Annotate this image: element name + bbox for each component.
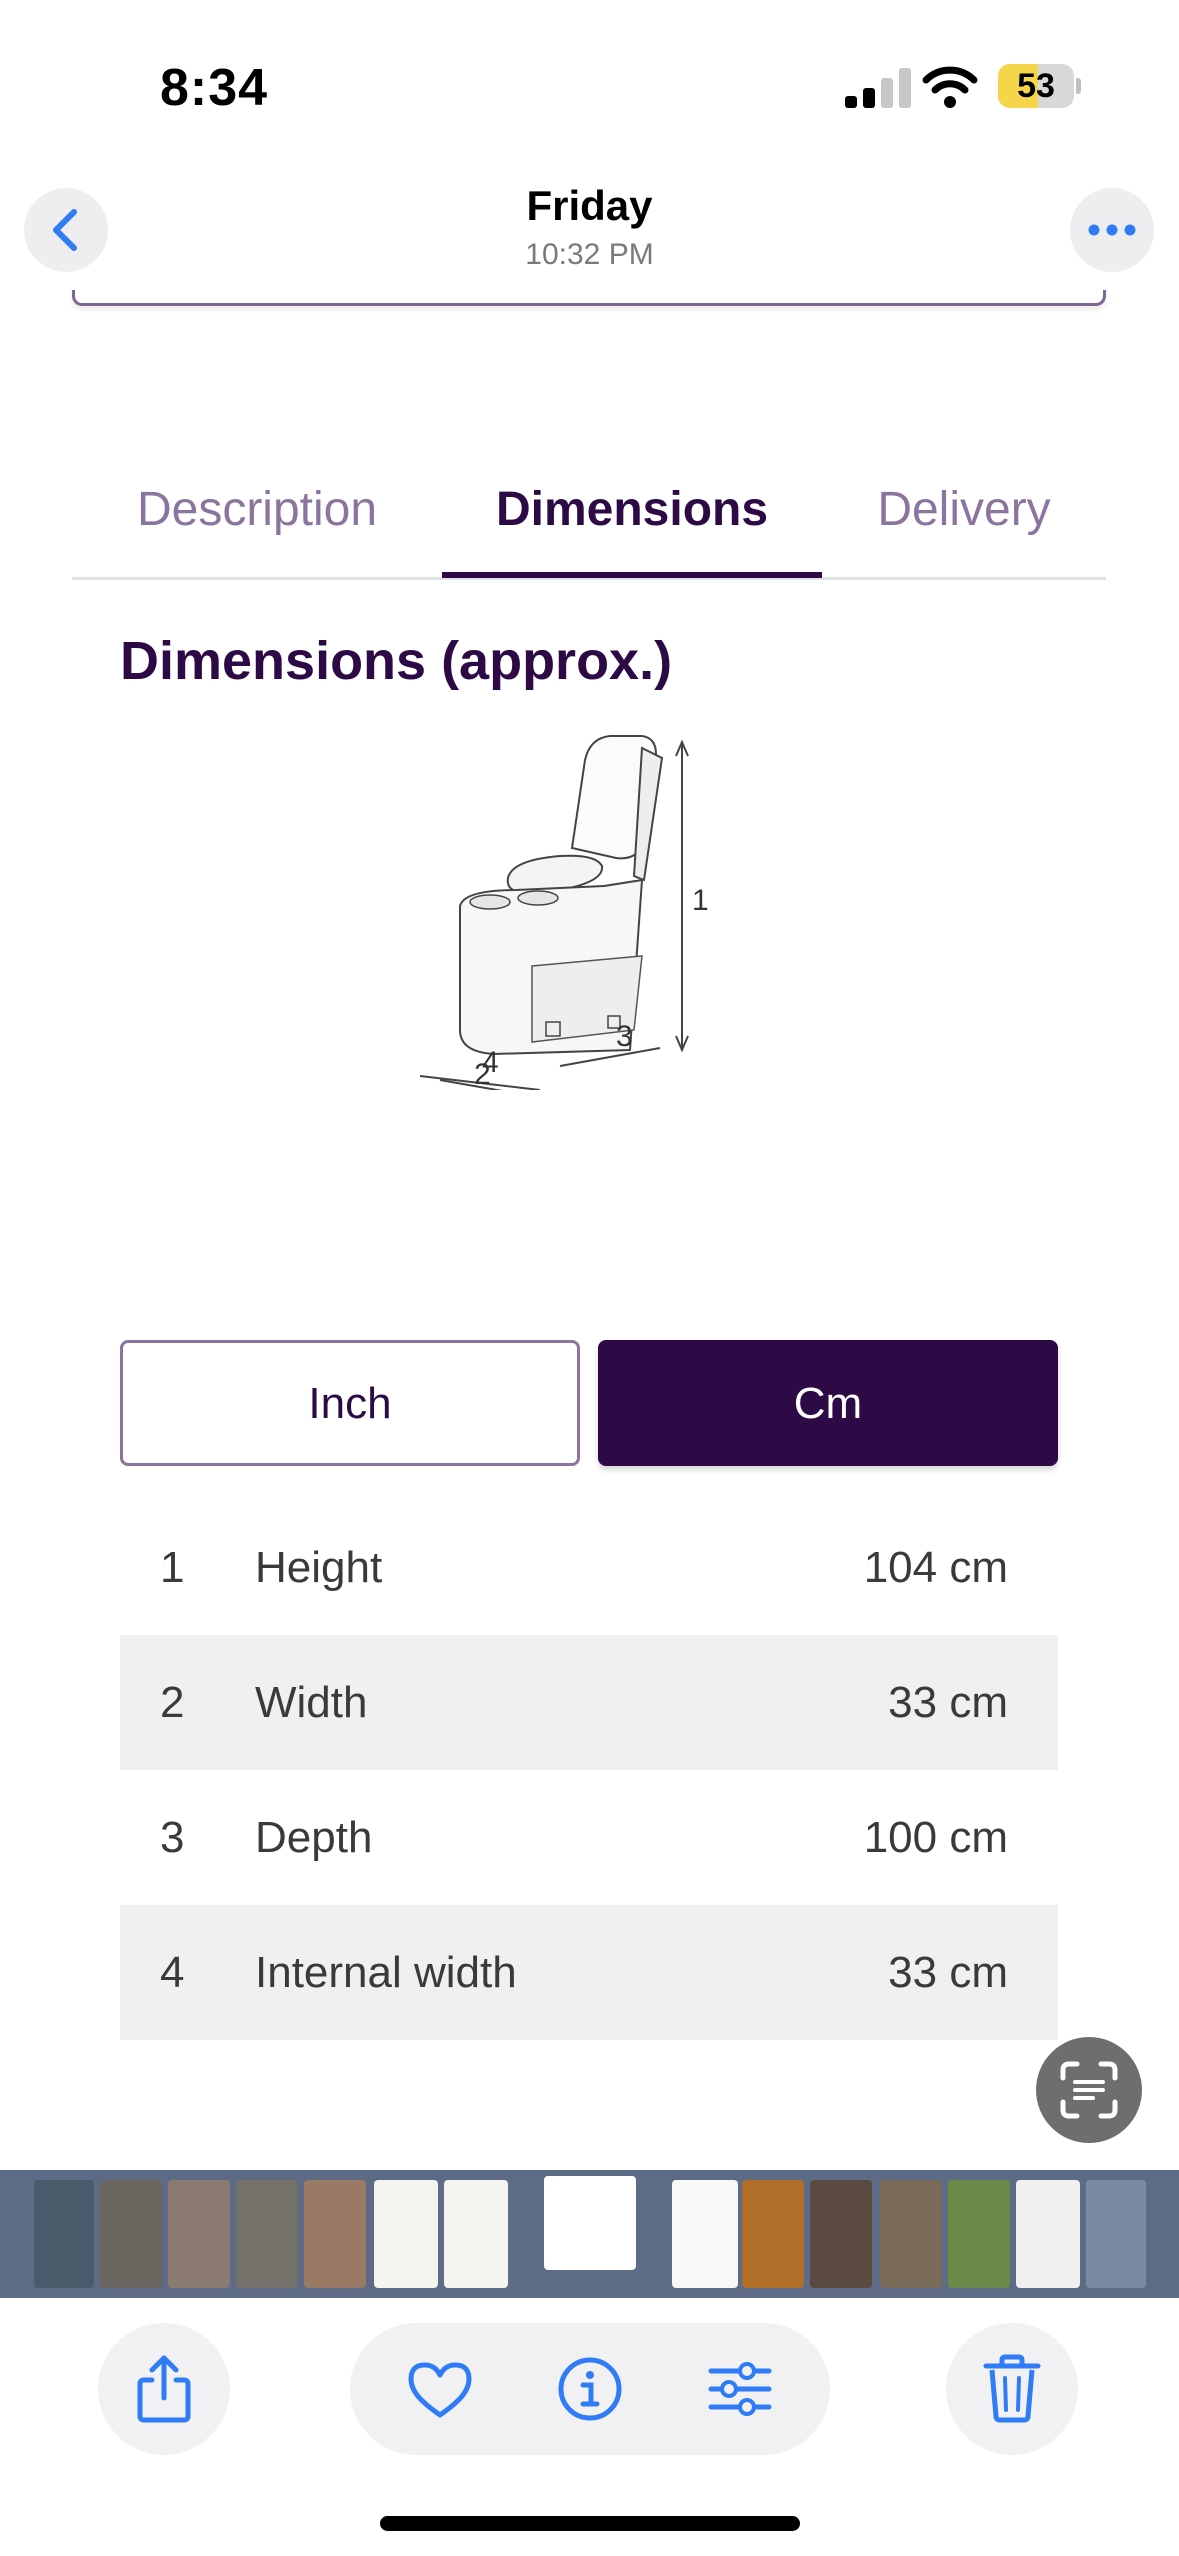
nav-header: Friday 10:32 PM [0, 170, 1179, 290]
unit-cm-button[interactable]: Cm [598, 1340, 1058, 1466]
info-icon [558, 2357, 622, 2421]
live-text-button[interactable] [1036, 2037, 1142, 2143]
nav-title: Friday [526, 182, 653, 229]
thumbnail[interactable] [100, 2180, 162, 2288]
row-number: 3 [160, 1813, 185, 1862]
row-number: 1 [160, 1543, 185, 1592]
thumbnail[interactable] [168, 2180, 230, 2288]
thumbnail-strip[interactable] [0, 2170, 1179, 2298]
chair-dimension-diagram: 1 3 4 2 [420, 735, 709, 1090]
diagram-label-3: 3 [616, 1020, 633, 1053]
diagram-label-1: 1 [692, 884, 709, 917]
card-edge [72, 290, 1106, 306]
nav-subtitle: 10:32 PM [525, 238, 654, 271]
row-value: 33 cm [888, 1948, 1008, 1997]
row-label: Height [255, 1543, 383, 1592]
live-text-scan-icon [1060, 2061, 1118, 2119]
row-number: 2 [160, 1678, 185, 1727]
row-label: Depth [255, 1813, 373, 1862]
thumbnail[interactable] [742, 2180, 804, 2288]
status-bar: 8:34 53 [0, 0, 1179, 160]
thumbnail[interactable] [810, 2180, 872, 2288]
row-value: 33 cm [888, 1678, 1008, 1727]
tab-bar: Description Dimensions Delivery [72, 460, 1106, 580]
delete-button[interactable] [946, 2323, 1078, 2455]
battery-icon: 53 [998, 64, 1081, 108]
thumbnail[interactable] [1016, 2180, 1080, 2288]
battery-level: 53 [1017, 67, 1055, 105]
adjust-icon [708, 2362, 772, 2416]
edit-button[interactable] [698, 2347, 782, 2431]
info-button[interactable] [548, 2347, 632, 2431]
ellipsis-icon [1088, 224, 1136, 236]
table-row: 3 Depth 100 cm [120, 1770, 1058, 1905]
heart-icon [408, 2362, 472, 2418]
row-label: Internal width [255, 1948, 517, 1997]
unit-inch-button[interactable]: Inch [120, 1340, 580, 1466]
thumbnail-selected[interactable] [544, 2176, 636, 2270]
photo-actions-pill [350, 2323, 830, 2455]
table-row: 4 Internal width 33 cm [120, 1905, 1058, 2040]
photo-content: Description Dimensions Delivery Dimensio… [0, 290, 1179, 2170]
thumbnail[interactable] [304, 2180, 366, 2288]
home-indicator [380, 2516, 800, 2531]
favorite-button[interactable] [398, 2347, 482, 2431]
row-label: Width [255, 1678, 368, 1727]
dimensions-table: 1 Height 104 cm 2 Width 33 cm 3 Depth 10… [120, 1500, 1058, 2040]
thumbnail[interactable] [948, 2180, 1010, 2288]
row-value: 100 cm [863, 1813, 1008, 1862]
status-time: 8:34 [160, 59, 269, 117]
share-icon [137, 2355, 191, 2423]
thumbnail[interactable] [1086, 2180, 1146, 2288]
thumbnail[interactable] [236, 2180, 298, 2288]
cellular-signal-icon [845, 68, 911, 108]
tab-dimensions[interactable]: Dimensions [442, 460, 822, 580]
thumbnail[interactable] [880, 2180, 942, 2288]
wifi-icon [922, 66, 978, 108]
row-value: 104 cm [863, 1543, 1008, 1592]
thumbnail[interactable] [34, 2180, 94, 2288]
thumbnail[interactable] [672, 2180, 738, 2288]
tab-description[interactable]: Description [72, 460, 442, 580]
share-button[interactable] [98, 2323, 230, 2455]
tab-delivery[interactable]: Delivery [822, 460, 1106, 580]
thumbnail[interactable] [374, 2180, 438, 2288]
section-title: Dimensions (approx.) [120, 631, 673, 691]
active-tab-indicator [442, 572, 822, 578]
more-button[interactable] [1070, 188, 1154, 272]
table-row: 2 Width 33 cm [120, 1635, 1058, 1770]
trash-icon [983, 2354, 1041, 2423]
diagram-label-2: 2 [474, 1058, 491, 1090]
table-row: 1 Height 104 cm [120, 1500, 1058, 1635]
thumbnail[interactable] [444, 2180, 508, 2288]
row-number: 4 [160, 1948, 185, 1997]
